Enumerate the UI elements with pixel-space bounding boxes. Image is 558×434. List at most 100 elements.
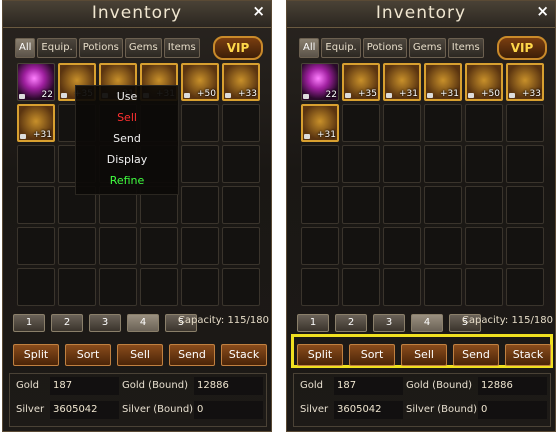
empty-slot[interactable] — [222, 268, 260, 306]
page-4-button[interactable]: 4 — [411, 314, 443, 332]
empty-slot[interactable] — [465, 186, 503, 224]
tab-items[interactable]: Items — [163, 38, 200, 58]
lock-icon — [468, 93, 474, 98]
menu-item-display[interactable]: Display — [76, 149, 178, 170]
empty-slot[interactable] — [99, 268, 137, 306]
sort-button[interactable]: Sort — [349, 344, 395, 366]
empty-slot[interactable] — [506, 145, 544, 183]
vip-button[interactable]: VIP — [497, 36, 547, 60]
empty-slot[interactable] — [465, 268, 503, 306]
empty-slot[interactable] — [17, 268, 55, 306]
empty-slot[interactable] — [342, 145, 380, 183]
close-icon[interactable]: × — [252, 2, 265, 20]
page-3-button[interactable]: 3 — [89, 314, 121, 332]
empty-slot[interactable] — [424, 145, 462, 183]
empty-slot[interactable] — [17, 145, 55, 183]
context-menu: Use Sell Send Display Refine — [75, 85, 179, 195]
tab-potions[interactable]: Potions — [78, 38, 123, 58]
empty-slot[interactable] — [424, 104, 462, 142]
tab-potions[interactable]: Potions — [362, 38, 407, 58]
empty-slot[interactable] — [181, 186, 219, 224]
stack-button[interactable]: Stack — [505, 344, 551, 366]
tab-items[interactable]: Items — [447, 38, 484, 58]
empty-slot[interactable] — [465, 104, 503, 142]
empty-slot[interactable] — [424, 227, 462, 265]
item-slot[interactable]: +35 — [342, 63, 380, 101]
empty-slot[interactable] — [58, 227, 96, 265]
tab-gems[interactable]: Gems — [124, 38, 162, 58]
empty-slot[interactable] — [424, 268, 462, 306]
empty-slot[interactable] — [506, 268, 544, 306]
empty-slot[interactable] — [140, 268, 178, 306]
tab-equip[interactable]: Equip. — [321, 38, 361, 58]
empty-slot[interactable] — [222, 104, 260, 142]
page-1-button[interactable]: 1 — [13, 314, 45, 332]
empty-slot[interactable] — [301, 186, 339, 224]
tab-all[interactable]: All — [15, 38, 36, 58]
menu-item-refine[interactable]: Refine — [76, 170, 178, 191]
empty-slot[interactable] — [181, 145, 219, 183]
item-slot[interactable]: +31 — [17, 104, 55, 142]
stack-button[interactable]: Stack — [221, 344, 267, 366]
send-button[interactable]: Send — [453, 344, 499, 366]
sort-button[interactable]: Sort — [65, 344, 111, 366]
page-2-button[interactable]: 2 — [335, 314, 367, 332]
item-slot[interactable]: +50 — [181, 63, 219, 101]
empty-slot[interactable] — [383, 268, 421, 306]
item-slot[interactable]: 22 — [301, 63, 339, 101]
item-slot[interactable]: +31 — [424, 63, 462, 101]
item-slot[interactable]: +31 — [383, 63, 421, 101]
split-button[interactable]: Split — [297, 344, 343, 366]
empty-slot[interactable] — [506, 186, 544, 224]
item-slot[interactable]: +50 — [465, 63, 503, 101]
empty-slot[interactable] — [222, 186, 260, 224]
empty-slot[interactable] — [301, 145, 339, 183]
page-4-button[interactable]: 4 — [127, 314, 159, 332]
page-1-button[interactable]: 1 — [297, 314, 329, 332]
menu-item-use[interactable]: Use — [76, 86, 178, 107]
empty-slot[interactable] — [99, 227, 137, 265]
page-2-button[interactable]: 2 — [51, 314, 83, 332]
empty-slot[interactable] — [342, 227, 380, 265]
empty-slot[interactable] — [58, 268, 96, 306]
sell-button[interactable]: Sell — [401, 344, 447, 366]
empty-slot[interactable] — [181, 227, 219, 265]
menu-item-send[interactable]: Send — [76, 128, 178, 149]
empty-slot[interactable] — [181, 268, 219, 306]
empty-slot[interactable] — [506, 104, 544, 142]
empty-slot[interactable] — [383, 145, 421, 183]
split-button[interactable]: Split — [13, 344, 59, 366]
empty-slot[interactable] — [301, 227, 339, 265]
empty-slot[interactable] — [342, 104, 380, 142]
empty-slot[interactable] — [342, 186, 380, 224]
tab-gems[interactable]: Gems — [408, 38, 446, 58]
empty-slot[interactable] — [140, 227, 178, 265]
tab-all[interactable]: All — [299, 38, 320, 58]
item-slot[interactable]: 22 — [17, 63, 55, 101]
empty-slot[interactable] — [383, 227, 421, 265]
empty-slot[interactable] — [222, 227, 260, 265]
item-slot[interactable]: +31 — [301, 104, 339, 142]
tab-equip[interactable]: Equip. — [37, 38, 77, 58]
page-3-button[interactable]: 3 — [373, 314, 405, 332]
silver-label: Silver — [300, 404, 329, 415]
vip-button[interactable]: VIP — [213, 36, 263, 60]
sell-button[interactable]: Sell — [117, 344, 163, 366]
empty-slot[interactable] — [301, 268, 339, 306]
empty-slot[interactable] — [17, 186, 55, 224]
empty-slot[interactable] — [465, 145, 503, 183]
empty-slot[interactable] — [342, 268, 380, 306]
empty-slot[interactable] — [383, 186, 421, 224]
empty-slot[interactable] — [424, 186, 462, 224]
empty-slot[interactable] — [506, 227, 544, 265]
item-slot[interactable]: +33 — [506, 63, 544, 101]
empty-slot[interactable] — [181, 104, 219, 142]
empty-slot[interactable] — [17, 227, 55, 265]
send-button[interactable]: Send — [169, 344, 215, 366]
item-slot[interactable]: +33 — [222, 63, 260, 101]
menu-item-sell[interactable]: Sell — [76, 107, 178, 128]
empty-slot[interactable] — [465, 227, 503, 265]
empty-slot[interactable] — [222, 145, 260, 183]
empty-slot[interactable] — [383, 104, 421, 142]
close-icon[interactable]: × — [536, 2, 549, 20]
